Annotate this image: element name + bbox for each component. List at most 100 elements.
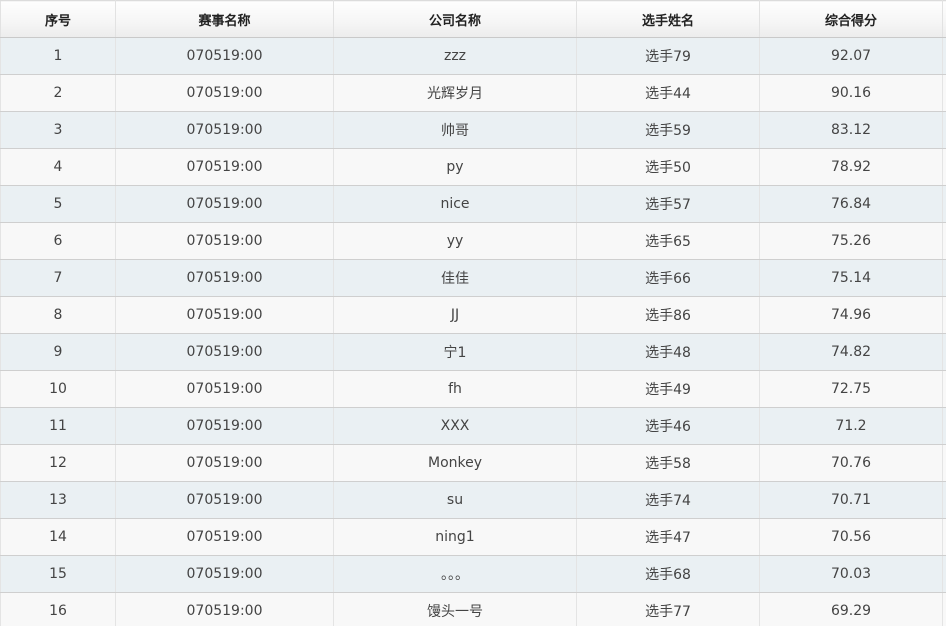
cell-event-name: 070519:00 bbox=[115, 259, 334, 297]
header-player-name[interactable]: 选手姓名 bbox=[576, 0, 760, 38]
row-spacer bbox=[942, 259, 946, 297]
row-spacer bbox=[942, 555, 946, 593]
cell-index: 11 bbox=[0, 407, 116, 445]
cell-event-name: 070519:00 bbox=[115, 222, 334, 260]
header-index[interactable]: 序号 bbox=[0, 0, 116, 38]
cell-player-name: 选手86 bbox=[576, 296, 760, 334]
table-row[interactable]: 12 070519:00 Monkey 选手58 70.76 bbox=[0, 444, 946, 482]
row-spacer bbox=[942, 185, 946, 223]
table-row[interactable]: 10 070519:00 fh 选手49 72.75 bbox=[0, 370, 946, 408]
cell-index: 5 bbox=[0, 185, 116, 223]
cell-player-name: 选手49 bbox=[576, 370, 760, 408]
cell-event-name: 070519:00 bbox=[115, 592, 334, 626]
row-spacer bbox=[942, 296, 946, 334]
table-row[interactable]: 11 070519:00 XXX 选手46 71.2 bbox=[0, 407, 946, 445]
cell-total-score: 92.07 bbox=[759, 37, 943, 75]
cell-company-name: 佳佳 bbox=[333, 259, 577, 297]
cell-index: 4 bbox=[0, 148, 116, 186]
cell-event-name: 070519:00 bbox=[115, 185, 334, 223]
cell-index: 15 bbox=[0, 555, 116, 593]
cell-player-name: 选手47 bbox=[576, 518, 760, 556]
ranking-table: 序号 赛事名称 公司名称 选手姓名 综合得分 1 070519:00 zzz 选手79… bbox=[0, 0, 946, 626]
header-company-name[interactable]: 公司名称 bbox=[333, 0, 577, 38]
cell-total-score: 90.16 bbox=[759, 74, 943, 112]
table-row[interactable]: 2 070519:00 光辉岁月 选手44 90.16 bbox=[0, 74, 946, 112]
cell-index: 10 bbox=[0, 370, 116, 408]
table-row[interactable]: 14 070519:00 ning1 选手47 70.56 bbox=[0, 518, 946, 556]
cell-index: 2 bbox=[0, 74, 116, 112]
table-header: 序号 赛事名称 公司名称 选手姓名 综合得分 bbox=[0, 0, 946, 38]
row-spacer bbox=[942, 111, 946, 149]
cell-company-name: py bbox=[333, 148, 577, 186]
cell-event-name: 070519:00 bbox=[115, 333, 334, 371]
cell-player-name: 选手74 bbox=[576, 481, 760, 519]
ranking-table-container: 序号 赛事名称 公司名称 选手姓名 综合得分 1 070519:00 zzz 选手79… bbox=[0, 0, 946, 626]
cell-company-name: JJ bbox=[333, 296, 577, 334]
cell-total-score: 70.03 bbox=[759, 555, 943, 593]
cell-player-name: 选手58 bbox=[576, 444, 760, 482]
header-row: 序号 赛事名称 公司名称 选手姓名 综合得分 bbox=[0, 0, 946, 38]
header-event-name[interactable]: 赛事名称 bbox=[115, 0, 334, 38]
cell-event-name: 070519:00 bbox=[115, 481, 334, 519]
table-row[interactable]: 4 070519:00 py 选手50 78.92 bbox=[0, 148, 946, 186]
cell-company-name: 光辉岁月 bbox=[333, 74, 577, 112]
cell-total-score: 74.82 bbox=[759, 333, 943, 371]
table-row[interactable]: 6 070519:00 yy 选手65 75.26 bbox=[0, 222, 946, 260]
cell-event-name: 070519:00 bbox=[115, 296, 334, 334]
cell-event-name: 070519:00 bbox=[115, 148, 334, 186]
cell-company-name: fh bbox=[333, 370, 577, 408]
row-spacer bbox=[942, 37, 946, 75]
cell-player-name: 选手44 bbox=[576, 74, 760, 112]
cell-event-name: 070519:00 bbox=[115, 370, 334, 408]
cell-total-score: 69.29 bbox=[759, 592, 943, 626]
cell-index: 14 bbox=[0, 518, 116, 556]
table-row[interactable]: 5 070519:00 nice 选手57 76.84 bbox=[0, 185, 946, 223]
cell-event-name: 070519:00 bbox=[115, 74, 334, 112]
table-row[interactable]: 13 070519:00 su 选手74 70.71 bbox=[0, 481, 946, 519]
cell-total-score: 76.84 bbox=[759, 185, 943, 223]
cell-index: 13 bbox=[0, 481, 116, 519]
table-row[interactable]: 9 070519:00 宁1 选手48 74.82 bbox=[0, 333, 946, 371]
table-row[interactable]: 3 070519:00 帅哥 选手59 83.12 bbox=[0, 111, 946, 149]
cell-company-name: 帅哥 bbox=[333, 111, 577, 149]
cell-index: 9 bbox=[0, 333, 116, 371]
cell-player-name: 选手48 bbox=[576, 333, 760, 371]
cell-event-name: 070519:00 bbox=[115, 555, 334, 593]
cell-event-name: 070519:00 bbox=[115, 37, 334, 75]
cell-total-score: 71.2 bbox=[759, 407, 943, 445]
cell-company-name: yy bbox=[333, 222, 577, 260]
cell-player-name: 选手46 bbox=[576, 407, 760, 445]
cell-total-score: 83.12 bbox=[759, 111, 943, 149]
row-spacer bbox=[942, 518, 946, 556]
cell-index: 1 bbox=[0, 37, 116, 75]
row-spacer bbox=[942, 407, 946, 445]
cell-total-score: 75.26 bbox=[759, 222, 943, 260]
cell-index: 8 bbox=[0, 296, 116, 334]
cell-company-name: 。。。 bbox=[333, 555, 577, 593]
row-spacer bbox=[942, 370, 946, 408]
cell-player-name: 选手65 bbox=[576, 222, 760, 260]
cell-index: 3 bbox=[0, 111, 116, 149]
cell-total-score: 70.76 bbox=[759, 444, 943, 482]
cell-event-name: 070519:00 bbox=[115, 111, 334, 149]
cell-player-name: 选手59 bbox=[576, 111, 760, 149]
cell-player-name: 选手77 bbox=[576, 592, 760, 626]
row-spacer bbox=[942, 333, 946, 371]
table-row[interactable]: 1 070519:00 zzz 选手79 92.07 bbox=[0, 37, 946, 75]
cell-player-name: 选手79 bbox=[576, 37, 760, 75]
table-row[interactable]: 8 070519:00 JJ 选手86 74.96 bbox=[0, 296, 946, 334]
table-row[interactable]: 16 070519:00 馒头一号 选手77 69.29 bbox=[0, 592, 946, 626]
table-row[interactable]: 7 070519:00 佳佳 选手66 75.14 bbox=[0, 259, 946, 297]
cell-index: 16 bbox=[0, 592, 116, 626]
cell-company-name: 馒头一号 bbox=[333, 592, 577, 626]
header-total-score[interactable]: 综合得分 bbox=[759, 0, 943, 38]
cell-total-score: 75.14 bbox=[759, 259, 943, 297]
row-spacer bbox=[942, 444, 946, 482]
row-spacer bbox=[942, 74, 946, 112]
cell-player-name: 选手68 bbox=[576, 555, 760, 593]
table-row[interactable]: 15 070519:00。。。 选手68 70.03 bbox=[0, 555, 946, 593]
cell-event-name: 070519:00 bbox=[115, 518, 334, 556]
cell-player-name: 选手66 bbox=[576, 259, 760, 297]
cell-total-score: 70.56 bbox=[759, 518, 943, 556]
cell-company-name: zzz bbox=[333, 37, 577, 75]
